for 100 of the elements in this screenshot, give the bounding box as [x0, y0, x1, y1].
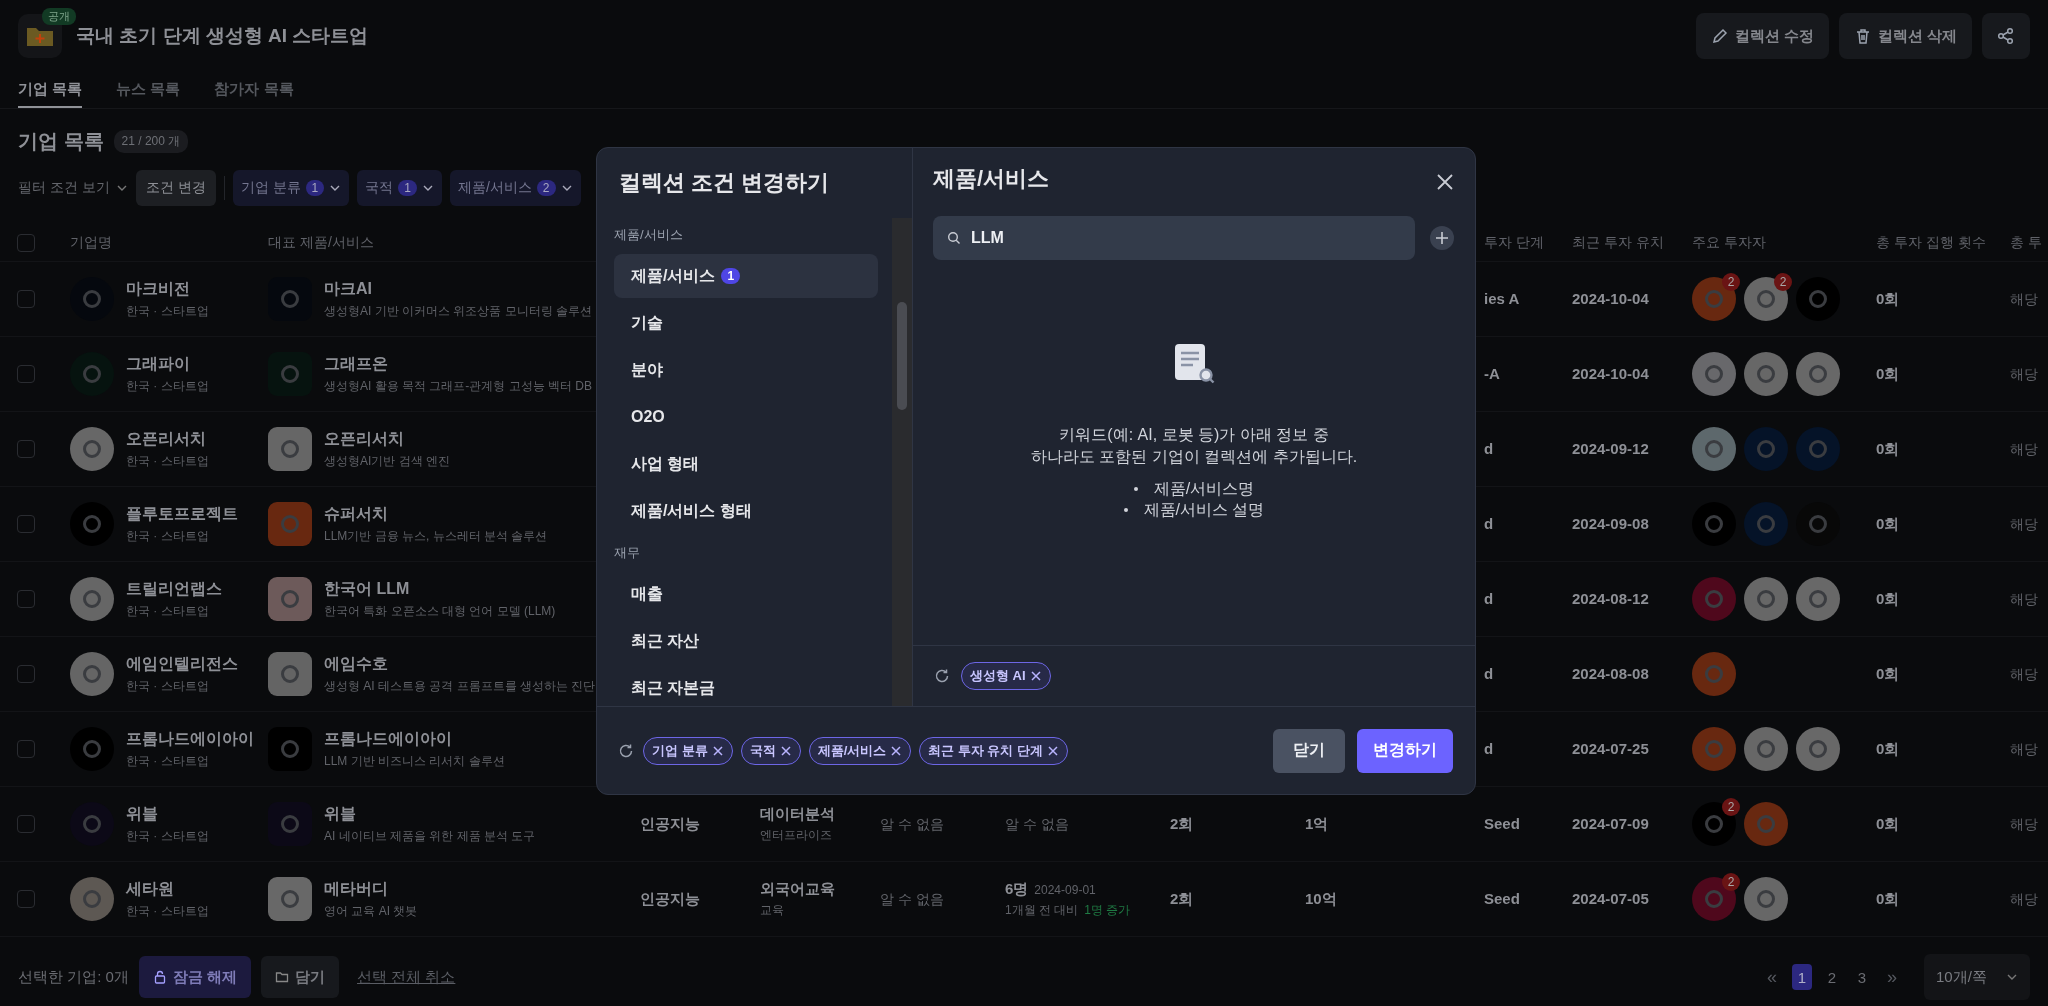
table-cell: 알 수 없음 — [880, 815, 944, 832]
company-meta: 한국 · 스타트업 — [126, 302, 209, 320]
keyword-chip[interactable]: 생성형 AI — [961, 662, 1051, 690]
filter-chip[interactable]: 국적 1 — [357, 170, 442, 206]
tab[interactable]: 기업 목록 — [18, 72, 83, 108]
table-cell: 0회 — [1876, 664, 1900, 682]
category-item[interactable]: 제품/서비스 형태 — [614, 489, 878, 533]
category-item[interactable]: 기술 — [614, 301, 878, 345]
table-cell: 2024-08-08 — [1572, 665, 1649, 682]
filter-toggle[interactable]: 필터 조건 보기 — [18, 179, 128, 197]
table-cell: 0회 — [1876, 889, 1900, 907]
count-badge: 2 — [1722, 273, 1740, 291]
search-field[interactable]: LLM — [933, 216, 1415, 260]
table-cell-subtext: 엔터프라이즈 — [760, 826, 833, 844]
company-meta: 한국 · 스타트업 — [126, 377, 209, 395]
panel-title: 제품/서비스 — [933, 165, 1050, 193]
page-button[interactable]: 1 — [1792, 964, 1812, 990]
column-header: 총 투 — [2010, 234, 2043, 252]
close-button[interactable]: 닫기 — [1273, 728, 1345, 773]
table-cell: 해당 — [2010, 815, 2038, 832]
page-button[interactable]: 2 — [1822, 964, 1842, 990]
table-cell: 해당 — [2010, 590, 2038, 607]
column-header: 투자 단계 — [1483, 234, 1545, 252]
company-name: 오픈리서치 — [126, 428, 207, 449]
category-item[interactable]: 최근 자본금 — [614, 666, 878, 706]
company-meta: 한국 · 스타트업 — [126, 527, 210, 545]
category-item[interactable]: 최근 자산 — [614, 619, 878, 663]
table-cell: 2024-07-09 — [1572, 815, 1649, 832]
table-cell-text: 데이터분석 — [760, 804, 836, 824]
table-cell: 해당 — [2010, 740, 2038, 757]
table-cell: 0회 — [1876, 739, 1900, 757]
table-cell: 0회 — [1876, 289, 1900, 307]
condition-chip[interactable]: 기업 분류 — [643, 736, 733, 765]
table-cell: 인공지능 — [640, 889, 700, 907]
section-title: 기업 목록 — [18, 128, 104, 154]
category-item[interactable]: 사업 형태 — [614, 442, 878, 486]
company-name: 그래파이 — [126, 353, 191, 374]
table-cell: 0회 — [1876, 364, 1900, 382]
category-item[interactable]: O2O — [614, 395, 878, 439]
category-item[interactable]: 매출 — [614, 572, 878, 616]
visibility-badge: 공개 — [42, 8, 76, 25]
condition-chip[interactable]: 국적 — [740, 736, 801, 765]
table-cell: Seed — [1484, 815, 1520, 832]
product-description: 영어 교육 AI 챗봇 — [324, 902, 418, 920]
category-item[interactable]: 분야 — [614, 348, 878, 392]
table-cell: 해당 — [2010, 440, 2038, 457]
company-meta: 한국 · 스타트업 — [126, 752, 210, 770]
field-name: 제품/서비스명 — [1153, 479, 1255, 499]
change-conditions-button[interactable]: 조건 변경 — [135, 170, 216, 206]
column-header: 총 투자 집행 횟수 — [1876, 234, 1987, 252]
table-cell: 2회 — [1170, 889, 1194, 907]
company-name: 위블 — [126, 803, 159, 824]
product-name: 그래프온 — [324, 353, 389, 374]
category-item[interactable]: 제품/서비스 1 — [614, 254, 878, 298]
edit-collection-button[interactable]: 컬렉션 수정 — [1695, 13, 1829, 59]
company-name: 마크비전 — [126, 278, 191, 299]
count-badge: 2 — [1774, 273, 1792, 291]
filter-chip[interactable]: 기업 분류 1 — [232, 170, 350, 206]
submit-button[interactable]: 변경하기 — [1357, 728, 1453, 773]
collection-title: 국내 초기 단계 생성형 AI 스타트업 — [76, 24, 369, 48]
count-date: 2024-09-01 — [1034, 882, 1096, 897]
table-cell: 2회 — [1170, 814, 1194, 832]
table-cell: 2024-07-25 — [1572, 740, 1649, 757]
employee-count: 6명 — [1005, 879, 1029, 899]
product-name: 에임수호 — [324, 653, 389, 674]
product-description: 생성형AI 기반 이커머스 위조상품 모니터링 솔루션 — [324, 302, 592, 320]
page-button[interactable]: 3 — [1852, 964, 1872, 990]
table-cell: 해당 — [2010, 890, 2038, 907]
delete-collection-button[interactable]: 컬렉션 삭제 — [1838, 13, 1972, 59]
product-name: 슈퍼서치 — [324, 503, 389, 524]
filter-chip[interactable]: 제품/서비스 2 — [449, 170, 581, 206]
company-name: 프롬나드에이아이 — [126, 728, 254, 749]
product-name: 메타버디 — [324, 878, 389, 899]
count-badge: 2 — [1722, 798, 1740, 816]
table-cell-subtext: 교육 — [760, 901, 785, 919]
table-cell: 0회 — [1876, 514, 1900, 532]
group-label: 제품/서비스 — [614, 226, 684, 244]
table-cell: 2024-10-04 — [1572, 365, 1649, 382]
table-cell: 10억 — [1305, 889, 1337, 907]
column-header: 주요 투자자 — [1692, 234, 1767, 252]
page-size-select[interactable]: 10개/쪽 — [1924, 954, 2030, 1000]
product-description: 한국어 특화 오픈소스 대형 언어 모델 (LLM) — [324, 602, 556, 620]
selected-count: 선택한 기업: 0개 — [18, 967, 129, 987]
condition-chip[interactable]: 최근 투자 유치 단계 — [919, 736, 1069, 765]
count-badge: 2 — [1722, 873, 1740, 891]
table-cell: 2024-09-12 — [1572, 440, 1649, 457]
save-button[interactable]: 담기 — [261, 956, 340, 998]
condition-chip[interactable]: 제품/서비스 — [808, 736, 912, 765]
count-badge: 21 / 200 개 — [113, 129, 189, 153]
company-meta: 한국 · 스타트업 — [126, 902, 209, 920]
column-header: 최근 투자 유치 — [1572, 234, 1665, 252]
company-meta: 한국 · 스타트업 — [126, 452, 209, 470]
table-cell: 1억 — [1305, 814, 1329, 832]
table-cell: 해당 — [2010, 665, 2038, 682]
table-cell: d — [1484, 590, 1494, 607]
unlock-button[interactable]: 잠금 해제 — [138, 956, 252, 998]
table-cell: 0회 — [1876, 814, 1900, 832]
table-cell: 해당 — [2010, 515, 2038, 532]
product-description: 생성형AI 활용 목적 그래프-관계형 고성능 벡터 DB — [324, 377, 592, 395]
modal-title: 컬렉션 조건 변경하기 — [618, 169, 831, 197]
